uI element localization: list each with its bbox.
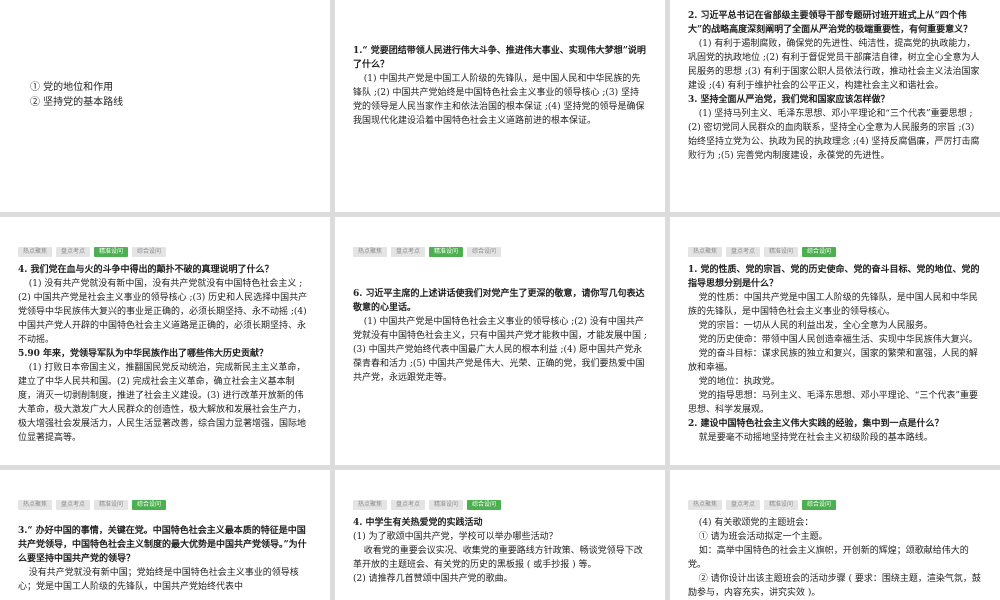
- tab-1[interactable]: 盘点考点: [726, 247, 761, 257]
- tab-3[interactable]: 综合设问: [467, 500, 502, 510]
- slide-content: (4) 有关歌颂党的主题班会： ① 请为班会活动拟定一个主题。如：高举中国特色的社…: [688, 516, 982, 600]
- answer-paragraph: 党的奋斗目标：谋求民族的独立和复兴，国家的繁荣和富强，人民的解放和幸福。: [688, 349, 978, 373]
- answer-paragraph: 就是要毫不动摇地坚持党在社会主义初级阶段的基本路线。: [698, 433, 933, 443]
- slide-6: 热点聚焦 盘点考点 精准设问 综合设问 1. 党的性质、党的宗旨、党的历史使命、党的奋…: [670, 217, 1000, 465]
- slide-content: 2. 习近平总书记在省部级主要领导干部专题研讨班开班式上从“四个伟大”的战略高度…: [688, 9, 982, 163]
- tab-0[interactable]: 热点聚焦: [688, 247, 723, 257]
- tab-3[interactable]: 综合设问: [802, 500, 837, 510]
- question-heading: 6. 习近平主席的上述讲话使我们对党产生了更深的敬意，请你写几句表达敬意的心里话…: [353, 289, 645, 313]
- slide-5: 热点聚焦 盘点考点 精准设问 综合设问 6. 习近平主席的上述讲话使我们对党产生了更深…: [335, 217, 665, 465]
- question-heading: 2. 习近平总书记在省部级主要领导干部专题研讨班开班式上从“四个伟大”的战略高度…: [688, 11, 973, 35]
- answer-paragraph: ① 请为班会活动拟定一个主题。: [698, 532, 828, 542]
- tab-2[interactable]: 精准设问: [94, 247, 129, 257]
- tab-2[interactable]: 精准设问: [429, 247, 464, 257]
- answer-paragraph: (1) 有利于遏制腐败，确保党的先进性、纯洁性，提高党的执政能力，巩固党的执政地…: [688, 39, 980, 91]
- tab-0[interactable]: 热点聚焦: [688, 500, 723, 510]
- slide-content: 1.“ 党要团结带领人民进行伟大斗争、推进伟大事业、实现伟大梦想”说明了什么？ (…: [353, 44, 647, 128]
- tab-1[interactable]: 盘点考点: [726, 500, 761, 510]
- slide-content: 4. 中学生有关热爱党的实践活动 (1) 为了歌颂中国共产党，学校可以举办哪些活动…: [353, 516, 647, 586]
- tab-3[interactable]: 综合设问: [802, 247, 837, 257]
- answer-paragraph: 党的历史使命：带领中国人民创造幸福生活、实现中华民族伟大复兴。: [698, 335, 978, 345]
- question-heading: 4. 我们党在血与火的斗争中得出的颠扑不破的真理说明了什么？: [18, 265, 274, 275]
- question-heading: 2. 建设中国特色社会主义伟大实践的经验，集中到一点是什么？: [688, 419, 944, 429]
- answer-paragraph: (1) 打败日本帝国主义，推翻国民党反动统治，完成新民主主义革命，建立了中华人民…: [18, 363, 307, 443]
- answer-paragraph: (1) 中国共产党是中国特色社会主义事业的领导核心 ;(2) 没有中国共产党就没…: [353, 317, 647, 383]
- answer-paragraph: 党的性质：中国共产党是中国工人阶级的先锋队，是中国人民和中华民族的先锋队，是中国…: [688, 293, 978, 317]
- slide-3: 热点聚焦盘点考点精准设问综合设问 2. 习近平总书记在省部级主要领导干部专题研讨…: [670, 0, 1000, 212]
- tab-0[interactable]: 热点聚焦: [18, 247, 53, 257]
- slide-content: 3.“ 办好中国的事情，关键在党。中国特色社会主义最本质的特征是中国共产党领导，…: [18, 524, 312, 594]
- slide-content: 1. 党的性质、党的宗旨、党的历史使命、党的奋斗目标、党的地位、党的指导思想分别…: [688, 263, 982, 445]
- tab-1[interactable]: 盘点考点: [391, 500, 426, 510]
- question-heading: 1. 党的性质、党的宗旨、党的历史使命、党的奋斗目标、党的地位、党的指导思想分别…: [688, 265, 980, 289]
- slide-7: 热点聚焦 盘点考点 精准设问 综合设问 3.“ 办好中国的事情，关键在党。中国特色社会…: [0, 470, 330, 600]
- tab-3[interactable]: 综合设问: [132, 247, 167, 257]
- slide-2: 热点聚焦盘点考点精准设问综合设问 1.“ 党要团结带领人民进行伟大斗争、推进伟大…: [335, 0, 665, 212]
- answer-paragraph: 收看党的重要会议实况、收集党的重要路线方针政策、畅谈党领导下改革开放的主题班会、…: [353, 546, 643, 570]
- tab-1[interactable]: 盘点考点: [56, 500, 91, 510]
- tab-0[interactable]: 热点聚焦: [353, 247, 388, 257]
- slide-4: 热点聚焦 盘点考点 精准设问 综合设问 4. 我们党在血与火的斗争中得出的颠扑不破的真…: [0, 217, 330, 465]
- tab-2[interactable]: 精准设问: [764, 247, 799, 257]
- answer-paragraph: ② 请你设计出该主题班会的活动步骤 ( 要求：围绕主题，渲染气氛，鼓励参与，内容…: [688, 574, 981, 598]
- question-heading: 3. 坚持全面从严治党，我们党和国家应该怎样做？: [688, 95, 890, 105]
- slide-tabs: 热点聚焦 盘点考点 精准设问 综合设问: [688, 247, 982, 257]
- tab-0[interactable]: 热点聚焦: [18, 500, 53, 510]
- list-item: ① 党的地位和作用: [30, 82, 114, 93]
- answer-paragraph: (1) 为了歌颂中国共产党，学校可以举办哪些活动？: [353, 532, 558, 542]
- slide-content: 4. 我们党在血与火的斗争中得出的颠扑不破的真理说明了什么？ (1) 没有共产党就…: [18, 263, 312, 445]
- slide-8: 热点聚焦 盘点考点 精准设问 综合设问 4. 中学生有关热爱党的实践活动 (1) 为了歌…: [335, 470, 665, 600]
- slide-tabs: 热点聚焦 盘点考点 精准设问 综合设问: [18, 247, 312, 257]
- slide-9: 热点聚焦 盘点考点 精准设问 综合设问 (4) 有关歌颂党的主题班会： ① 请为班会活动…: [670, 470, 1000, 600]
- answer-paragraph: (1) 没有共产党就没有新中国，没有共产党就没有中国特色社会主义 ;(2) 中国…: [18, 279, 308, 345]
- tab-2[interactable]: 精准设问: [429, 500, 464, 510]
- question-heading: 4. 中学生有关热爱党的实践活动: [353, 518, 483, 528]
- slide-tabs: 热点聚焦 盘点考点 精准设问 综合设问: [688, 500, 982, 510]
- answer-paragraph: 党的指导思想：马列主义、毛泽东思想、邓小平理论、“三个代表”重要思想、科学发展观…: [688, 391, 979, 415]
- tab-1[interactable]: 盘点考点: [391, 247, 426, 257]
- answer-paragraph: 党的地位：执政党。: [698, 377, 780, 387]
- tab-3[interactable]: 综合设问: [132, 500, 167, 510]
- answer-paragraph: (2) 请推荐几首赞颂中国共产党的歌曲。: [353, 574, 513, 584]
- answer-paragraph: (4) 有关歌颂党的主题班会：: [698, 518, 814, 528]
- slide-tabs: 热点聚焦 盘点考点 精准设问 综合设问: [18, 500, 312, 510]
- answer-paragraph: 党的宗旨：一切从人民的利益出发，全心全意为人民服务。: [698, 321, 933, 331]
- question-heading: 3.“ 办好中国的事情，关键在党。中国特色社会主义最本质的特征是中国共产党领导，…: [18, 526, 307, 564]
- slide-tabs: 热点聚焦 盘点考点 精准设问 综合设问: [353, 247, 647, 257]
- tab-2[interactable]: 精准设问: [94, 500, 129, 510]
- answer-paragraph: 没有共产党就没有新中国；党始终是中国特色社会主义事业的领导核心；党是中国工人阶级…: [18, 568, 299, 592]
- answer-paragraph: (1) 坚持马列主义、毛泽东思想、邓小平理论和“三个代表”重要思想 ;(2) 密…: [688, 109, 980, 161]
- slide-tabs: 热点聚焦 盘点考点 精准设问 综合设问: [353, 500, 647, 510]
- question-heading: 1.“ 党要团结带领人民进行伟大斗争、推进伟大事业、实现伟大梦想”说明了什么？: [353, 46, 646, 70]
- answer-paragraph: (1) 中国共产党是中国工人阶级的先锋队，是中国人民和中华民族的先锋队 ;(2)…: [353, 74, 645, 126]
- answer-paragraph: 如：高举中国特色的社会主义旗帜，开创新的辉煌；颂歌献给伟大的党。: [688, 546, 969, 570]
- question-heading: 5.90 年来，党领导军队为中华民族作出了哪些伟大历史贡献？: [18, 349, 269, 359]
- list-item: ② 坚持党的基本路线: [30, 97, 124, 108]
- tab-0[interactable]: 热点聚焦: [353, 500, 388, 510]
- slide-content: ① 党的地位和作用 ② 坚持党的基本路线: [18, 80, 312, 110]
- slide-content: 6. 习近平主席的上述讲话使我们对党产生了更深的敬意，请你写几句表达敬意的心里话…: [353, 287, 647, 385]
- tab-1[interactable]: 盘点考点: [56, 247, 91, 257]
- tab-2[interactable]: 精准设问: [764, 500, 799, 510]
- tab-3[interactable]: 综合设问: [467, 247, 502, 257]
- slide-1: 热点聚焦盘点考点精准设问综合设问 ① 党的地位和作用② 坚持党的基本路线: [0, 0, 330, 212]
